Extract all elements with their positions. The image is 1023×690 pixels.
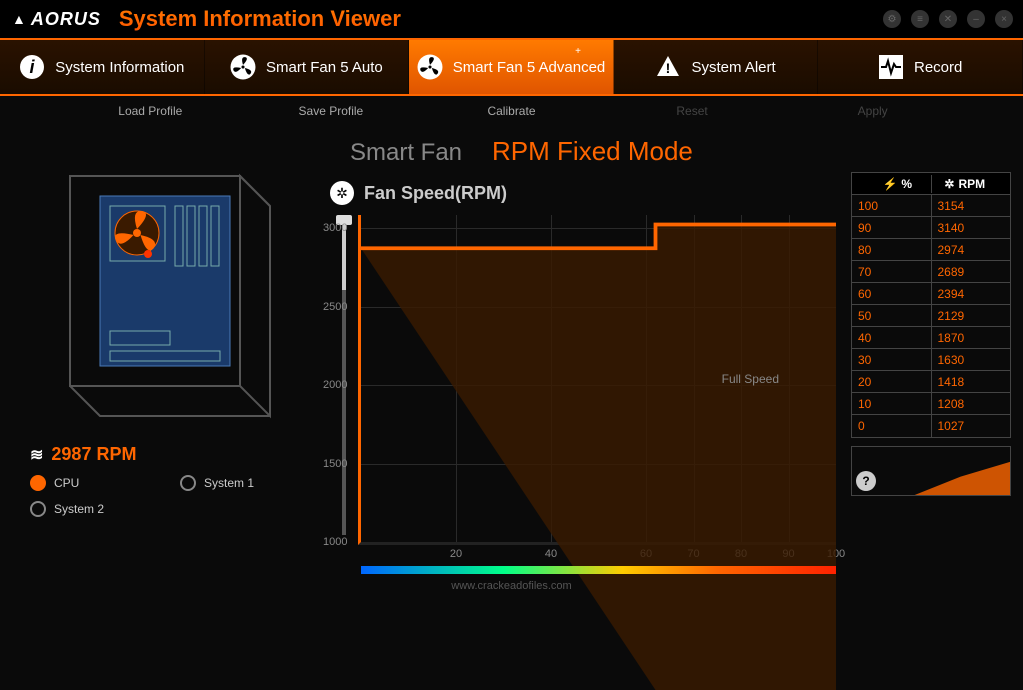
watermark: www.crackeadofiles.com (451, 580, 571, 592)
y-tick: 2000 (323, 379, 347, 391)
settings-icon[interactable]: ⚙ (883, 10, 901, 28)
tab-label: System Alert (691, 59, 775, 76)
y-tick: 3000 (323, 222, 347, 234)
cell-percent: 70 (852, 261, 932, 282)
cell-rpm: 3154 (932, 195, 1011, 216)
table-row: 01027 (852, 415, 1010, 437)
table-row: 1003154 (852, 195, 1010, 217)
cell-percent: 40 (852, 327, 932, 348)
calibrate-button[interactable]: Calibrate (421, 96, 602, 126)
cell-rpm: 1027 (932, 415, 1011, 437)
tab-label: Record (914, 59, 962, 76)
tab-system-alert[interactable]: ! System Alert (614, 40, 819, 94)
info-icon: i (19, 54, 45, 80)
y-tick: 1000 (323, 536, 347, 548)
section-title: Smart Fan (350, 139, 462, 167)
load-profile-button[interactable]: Load Profile (60, 96, 241, 126)
cell-rpm: 1630 (932, 349, 1011, 370)
tab-smart-fan-advanced[interactable]: + Smart Fan 5 Advanced (409, 40, 614, 94)
cell-rpm: 2129 (932, 305, 1011, 326)
cell-percent: 0 (852, 415, 932, 437)
pc-case-diagram[interactable] (30, 156, 290, 436)
cell-rpm: 2394 (932, 283, 1011, 304)
col-rpm: ✲RPM (932, 175, 999, 193)
cell-rpm: 1208 (932, 393, 1011, 414)
col-percent: ⚡% (864, 175, 932, 193)
sensor-label: CPU (54, 476, 79, 490)
alert-icon: ! (655, 54, 681, 80)
plus-badge: + (575, 46, 581, 57)
fan-curve-chart[interactable]: 3000 2500 2000 1500 1000 20 40 60 70 80 … (358, 215, 836, 545)
full-speed-label: Full Speed (722, 372, 779, 386)
brand-logo: AORUS (12, 9, 101, 30)
sensor-cpu[interactable]: CPU (30, 475, 160, 491)
current-rpm: 2987 RPM (30, 444, 310, 465)
mini-trend-chart: ? (851, 446, 1011, 496)
cell-percent: 20 (852, 371, 932, 392)
reset-button[interactable]: Reset (602, 96, 783, 126)
y-tick: 1500 (323, 458, 347, 470)
help-icon[interactable]: ? (856, 471, 876, 491)
cell-percent: 30 (852, 349, 932, 370)
tab-system-information[interactable]: i System Information (0, 40, 205, 94)
table-row: 401870 (852, 327, 1010, 349)
table-row: 301630 (852, 349, 1010, 371)
chart-title: Fan Speed(RPM) (364, 183, 507, 204)
temperature-gradient (361, 566, 836, 574)
close-icon[interactable]: × (995, 10, 1013, 28)
cell-rpm: 1870 (932, 327, 1011, 348)
tab-label: Smart Fan 5 Advanced (453, 59, 606, 76)
tab-label: Smart Fan 5 Auto (266, 59, 383, 76)
sensor-system1[interactable]: System 1 (180, 475, 310, 491)
table-row: 602394 (852, 283, 1010, 305)
cell-percent: 100 (852, 195, 932, 216)
svg-text:!: ! (666, 60, 671, 76)
menu-icon[interactable]: ≡ (911, 10, 929, 28)
app-title: System Information Viewer (119, 6, 401, 32)
cell-percent: 50 (852, 305, 932, 326)
table-row: 802974 (852, 239, 1010, 261)
mode-label: RPM Fixed Mode (492, 136, 693, 167)
fan-icon (417, 54, 443, 80)
sensor-system2[interactable]: System 2 (30, 501, 160, 517)
cell-rpm: 2689 (932, 261, 1011, 282)
tab-smart-fan-auto[interactable]: Smart Fan 5 Auto (205, 40, 410, 94)
cell-rpm: 3140 (932, 217, 1011, 238)
record-icon (878, 54, 904, 80)
table-row: 903140 (852, 217, 1010, 239)
main-tabs: i System Information Smart Fan 5 Auto + … (0, 38, 1023, 96)
fan-icon: ✲ (330, 181, 354, 205)
cell-percent: 80 (852, 239, 932, 260)
cell-percent: 60 (852, 283, 932, 304)
save-profile-button[interactable]: Save Profile (241, 96, 422, 126)
tab-record[interactable]: Record (818, 40, 1023, 94)
table-row: 502129 (852, 305, 1010, 327)
cell-percent: 10 (852, 393, 932, 414)
profile-toolbar: Load Profile Save Profile Calibrate Rese… (0, 96, 1023, 126)
y-tick: 2500 (323, 301, 347, 313)
rpm-table: ⚡% ✲RPM 10031549031408029747026896023945… (851, 172, 1011, 438)
sensor-label: System 1 (204, 476, 254, 490)
tab-label: System Information (55, 59, 184, 76)
table-row: 702689 (852, 261, 1010, 283)
apply-button[interactable]: Apply (782, 96, 963, 126)
link-icon[interactable]: ✕ (939, 10, 957, 28)
cell-rpm: 1418 (932, 371, 1011, 392)
cell-percent: 90 (852, 217, 932, 238)
table-row: 201418 (852, 371, 1010, 393)
sensor-label: System 2 (54, 502, 104, 516)
cell-rpm: 2974 (932, 239, 1011, 260)
fan-icon (230, 54, 256, 80)
minimize-icon[interactable]: – (967, 10, 985, 28)
table-row: 101208 (852, 393, 1010, 415)
